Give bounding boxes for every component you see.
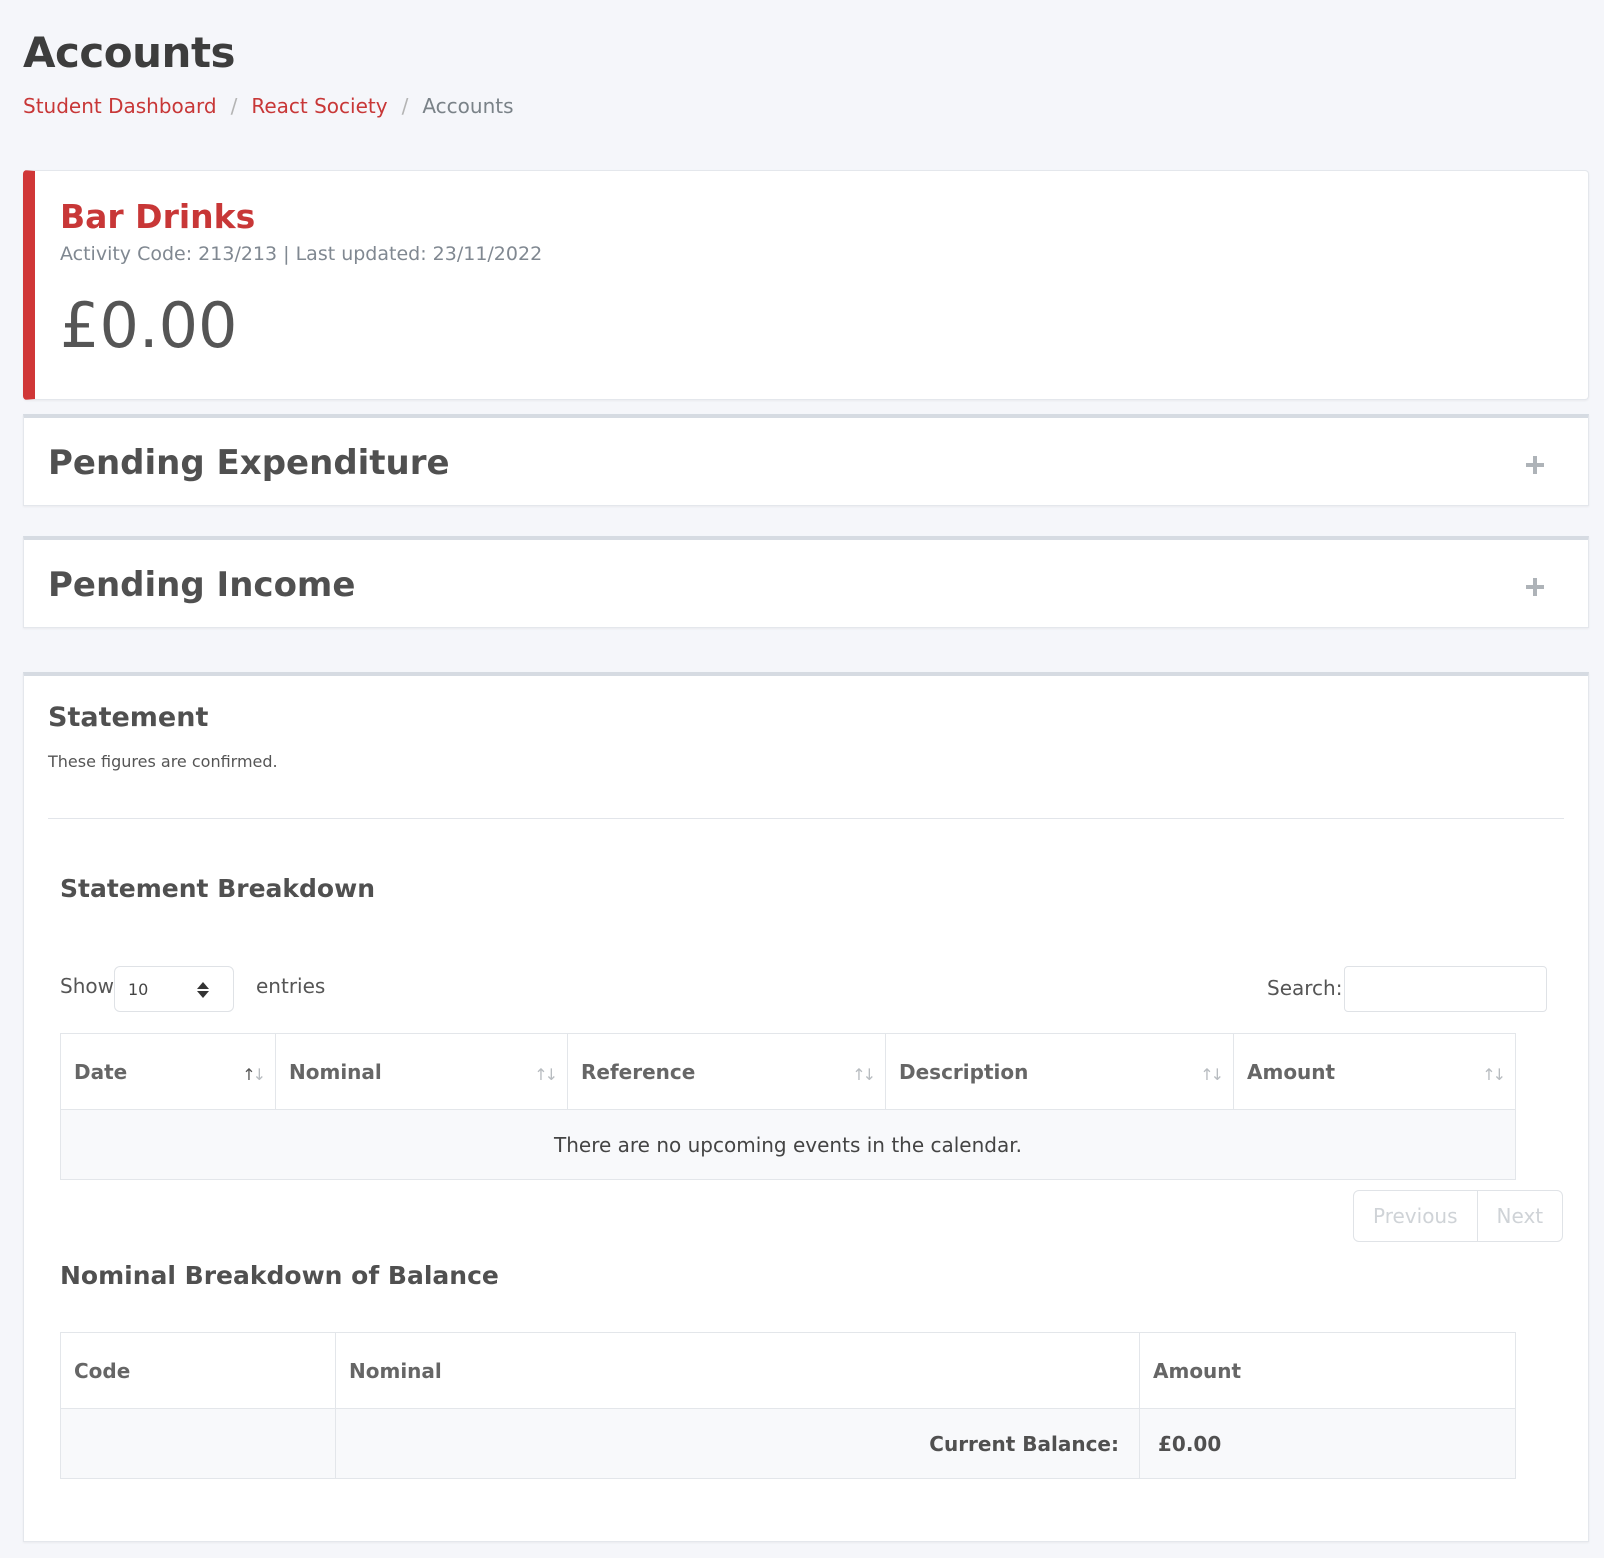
account-balance: £0.00: [60, 289, 238, 362]
current-balance-label: Current Balance:: [335, 1408, 1140, 1479]
statement-breakdown-title: Statement Breakdown: [60, 874, 375, 903]
sort-icon: ↑↓: [1482, 1065, 1506, 1084]
expand-plus-icon[interactable]: [1526, 456, 1544, 474]
column-header-label: Amount: [1247, 1059, 1336, 1084]
breadcrumb: Student Dashboard / React Society / Accounts: [23, 94, 514, 118]
column-header-reference[interactable]: Reference ↑↓: [567, 1033, 886, 1110]
column-header-amount[interactable]: Amount ↑↓: [1233, 1033, 1516, 1110]
previous-page-button[interactable]: Previous: [1354, 1191, 1477, 1241]
search-input[interactable]: [1344, 966, 1547, 1012]
pending-income-title: Pending Income: [48, 565, 356, 605]
statement-table-header: Date ↑↓ Nominal ↑↓ Reference ↑↓ Description…: [60, 1033, 1516, 1110]
sort-asc-icon: ↑↓: [242, 1065, 266, 1084]
sort-icon: ↑↓: [534, 1065, 558, 1084]
breadcrumb-separator: /: [401, 94, 409, 118]
breadcrumb-student-dashboard[interactable]: Student Dashboard: [23, 94, 217, 118]
nominal-breakdown-table: Code Nominal Amount Current Balance: £0.…: [60, 1332, 1516, 1479]
sort-icon: ↑↓: [1200, 1065, 1224, 1084]
pagination: Previous Next: [1353, 1190, 1564, 1242]
column-header-date[interactable]: Date ↑↓: [60, 1033, 276, 1110]
column-header-code: Code: [60, 1332, 336, 1409]
column-header-label: Nominal: [289, 1059, 382, 1084]
sort-icon: ↑↓: [852, 1065, 876, 1084]
column-header-nominal[interactable]: Nominal ↑↓: [275, 1033, 568, 1110]
column-header-nominal: Nominal: [335, 1332, 1140, 1409]
table-row: Current Balance: £0.00: [60, 1408, 1516, 1479]
table-row: There are no upcoming events in the cale…: [60, 1109, 1516, 1180]
column-header-label: Date: [74, 1059, 128, 1084]
entries-select[interactable]: 10: [114, 966, 234, 1012]
empty-cell: [60, 1408, 336, 1479]
page-title: Accounts: [23, 28, 236, 77]
entries-label: entries: [256, 974, 326, 998]
show-label: Show: [60, 974, 114, 998]
column-header-label: Reference: [581, 1059, 696, 1084]
statement-title: Statement: [48, 702, 209, 733]
account-name: Bar Drinks: [60, 197, 256, 236]
pending-expenditure-title: Pending Expenditure: [48, 443, 450, 483]
entries-select-value: 10: [128, 980, 149, 999]
column-header-amount: Amount: [1139, 1332, 1516, 1409]
account-meta: Activity Code: 213/213 | Last updated: 2…: [60, 243, 543, 265]
empty-table-message: There are no upcoming events in the cale…: [60, 1109, 1516, 1180]
statement-note: These figures are confirmed.: [48, 752, 278, 771]
pending-income-card[interactable]: Pending Income: [23, 536, 1589, 628]
nominal-table-header: Code Nominal Amount: [60, 1332, 1516, 1409]
breadcrumb-react-society[interactable]: React Society: [251, 94, 387, 118]
search-label: Search:: [1267, 976, 1343, 1000]
column-header-label: Description: [899, 1059, 1029, 1084]
breadcrumb-current: Accounts: [422, 94, 514, 118]
account-summary-card: Bar Drinks Activity Code: 213/213 | Last…: [23, 170, 1589, 400]
divider: [48, 818, 1564, 819]
breadcrumb-separator: /: [230, 94, 238, 118]
pending-expenditure-card[interactable]: Pending Expenditure: [23, 414, 1589, 506]
select-updown-icon: [197, 980, 209, 1000]
expand-plus-icon[interactable]: [1526, 578, 1544, 596]
column-header-description[interactable]: Description ↑↓: [885, 1033, 1234, 1110]
next-page-button[interactable]: Next: [1476, 1191, 1563, 1241]
statement-card: Statement These figures are confirmed. S…: [23, 672, 1589, 1542]
statement-table: Date ↑↓ Nominal ↑↓ Reference ↑↓ Description…: [60, 1033, 1516, 1180]
nominal-breakdown-title: Nominal Breakdown of Balance: [60, 1261, 499, 1290]
current-balance-value: £0.00: [1139, 1408, 1516, 1479]
